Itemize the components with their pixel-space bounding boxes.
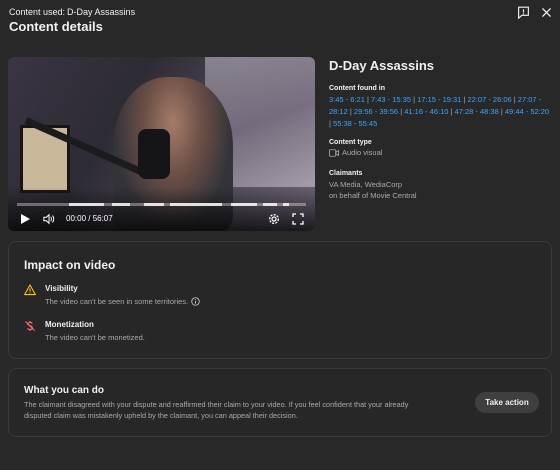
segment-link[interactable]: 7:43 - 15:35 (371, 95, 411, 104)
claim-segment-marker (144, 203, 165, 206)
take-action-button[interactable]: Take action (475, 392, 539, 413)
content-type-value: Audio visual (342, 148, 383, 157)
segment-link[interactable]: 17:15 - 19:31 (417, 95, 461, 104)
claimants-names: VA Media, WediaCorp (329, 180, 403, 189)
claim-segment-marker (69, 203, 104, 206)
visibility-description-row: The video can't be seen in some territor… (45, 297, 200, 306)
claimants-label: Claimants (329, 170, 363, 177)
content-used-line: Content used: D-Day Assassins (9, 7, 135, 17)
demonetized-dollar-icon (25, 321, 35, 331)
what-you-can-do-title: What you can do (24, 385, 104, 396)
video-time-display: 00:00 / 56:07 (66, 214, 113, 223)
content-found-label: Content found in (329, 85, 385, 92)
claim-segment-marker (112, 203, 130, 206)
content-used-label: Content used: (9, 7, 66, 17)
segment-link[interactable]: 47:28 - 48:38 (455, 107, 499, 116)
monetization-description: The video can't be monetized. (45, 333, 145, 342)
segment-link[interactable]: 22:07 - 26:06 (467, 95, 511, 104)
play-icon[interactable] (18, 212, 32, 226)
feedback-flag-icon[interactable] (516, 5, 530, 19)
impact-card: Impact on video Visibility The video can… (8, 241, 552, 359)
video-camera-icon (329, 148, 339, 157)
segment-link[interactable]: 29:56 - 39:56 (354, 107, 398, 116)
claim-segment-marker (282, 203, 289, 206)
what-you-can-do-card: What you can do The claimant disagreed w… (8, 368, 552, 437)
close-icon[interactable] (539, 5, 553, 19)
segment-links: 3:45 - 6:21 | 7:43 - 15:35 | 17:15 - 19:… (329, 95, 550, 128)
segment-link[interactable]: 49:44 - 52:20 (505, 107, 549, 116)
content-title: D-Day Assassins (329, 58, 435, 73)
video-player[interactable]: 00:00 / 56:07 (8, 57, 315, 231)
claim-segment-marker (262, 203, 278, 206)
video-frame-microphone (138, 129, 170, 179)
content-used-value: D-Day Assassins (67, 7, 136, 17)
visibility-description: The video can't be seen in some territor… (45, 297, 189, 306)
warning-triangle-icon (24, 284, 36, 296)
segment-link[interactable]: 55:38 - 55:45 (333, 119, 377, 128)
info-icon[interactable] (191, 297, 200, 306)
content-type-row: Audio visual (329, 148, 553, 157)
segment-link[interactable]: 3:45 - 6:21 (329, 95, 365, 104)
video-progress-bar[interactable] (17, 203, 306, 206)
page-title: Content details (9, 19, 103, 34)
content-type-label: Content type (329, 139, 372, 146)
claim-segment-marker (230, 203, 257, 206)
visibility-title: Visibility (45, 284, 78, 293)
claim-segment-marker (170, 203, 223, 206)
fullscreen-icon[interactable] (291, 212, 305, 226)
content-details-panel: D-Day Assassins Content found in 3:45 - … (329, 58, 553, 201)
monetization-title: Monetization (45, 320, 94, 329)
settings-gear-icon[interactable] (267, 212, 281, 226)
claimants-behalf: on behalf of Movie Central (329, 191, 417, 200)
segment-link[interactable]: 41:16 - 46:10 (404, 107, 448, 116)
impact-title: Impact on video (24, 258, 116, 272)
what-you-can-do-description: The claimant disagreed with your dispute… (24, 400, 409, 420)
volume-icon[interactable] (41, 212, 57, 226)
